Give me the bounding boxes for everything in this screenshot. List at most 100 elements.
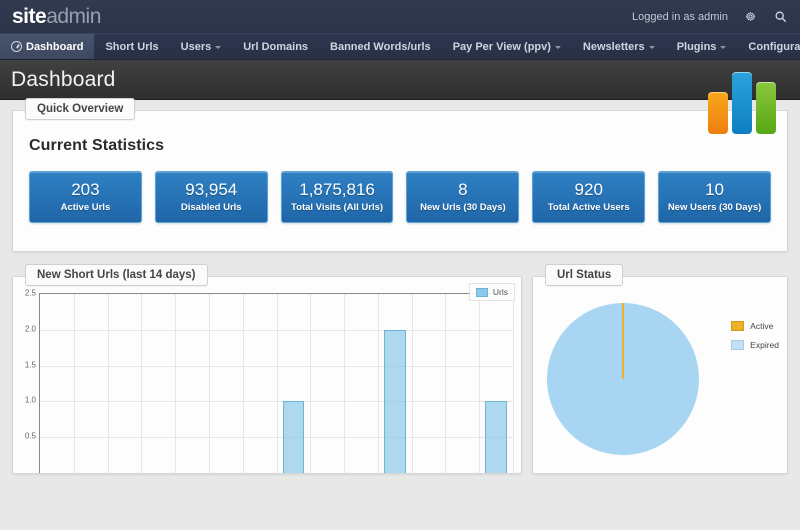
page-title: Dashboard	[0, 68, 116, 92]
logged-in-label: Logged in as admin	[632, 11, 728, 23]
logo-bar-green	[756, 82, 776, 134]
stat-card-active-urls[interactable]: 203 Active Urls	[29, 171, 142, 223]
legend-item-expired[interactable]: Expired	[731, 340, 779, 350]
gridline-vertical	[310, 294, 311, 473]
nav-item-dashboard[interactable]: Dashboard	[0, 34, 94, 59]
nav-item-plugins[interactable]: Plugins	[666, 34, 738, 59]
new-short-urls-panel: New Short Urls (last 14 days) Urls 0.51.…	[12, 276, 522, 474]
statistics-row: 203 Active Urls 93,954 Disabled Urls 1,8…	[29, 171, 771, 223]
chevron-down-icon	[649, 46, 655, 49]
nav-label: Newsletters	[583, 41, 645, 53]
nav-label: Users	[181, 41, 212, 53]
content-area: Quick Overview Current Statistics 203 Ac…	[0, 100, 800, 474]
pie-slice-active	[622, 303, 624, 379]
gridline-vertical	[513, 294, 514, 473]
stat-card-disabled-urls[interactable]: 93,954 Disabled Urls	[155, 171, 268, 223]
nav-item-banned-words-urls[interactable]: Banned Words/urls	[319, 34, 442, 59]
legend-swatch-active	[731, 321, 744, 331]
url-status-panel: Url Status Active Expired	[532, 276, 788, 474]
stat-card-new-users[interactable]: 10 New Users (30 Days)	[658, 171, 771, 223]
stat-value: 920	[537, 180, 640, 200]
y-axis-tick-label: 1.0	[25, 396, 36, 405]
stat-card-total-active-users[interactable]: 920 Total Active Users	[532, 171, 645, 223]
pie-chart: Active Expired	[533, 277, 787, 473]
nav-item-url-domains[interactable]: Url Domains	[232, 34, 319, 59]
nav-label: Configuration	[748, 41, 800, 53]
gridline-vertical	[378, 294, 379, 473]
legend-swatch-expired	[731, 340, 744, 350]
quick-overview-panel: Quick Overview Current Statistics 203 Ac…	[12, 110, 788, 252]
gridline-vertical	[175, 294, 176, 473]
stat-label: Total Visits (All Urls)	[286, 202, 389, 213]
bar-chart-plot-area	[39, 293, 513, 473]
nav-label: Banned Words/urls	[330, 41, 431, 53]
stat-label: Disabled Urls	[160, 202, 263, 213]
gridline-vertical	[74, 294, 75, 473]
brand-part-1: site	[12, 5, 46, 28]
gridline-vertical	[344, 294, 345, 473]
stat-card-total-visits[interactable]: 1,875,816 Total Visits (All Urls)	[281, 171, 394, 223]
stat-label: New Urls (30 Days)	[411, 202, 514, 213]
nav-right-group: Plugins Configuration Logout	[666, 34, 800, 59]
logo-bar-blue	[732, 72, 752, 134]
gridline-vertical	[243, 294, 244, 473]
y-axis-tick-label: 2.0	[25, 324, 36, 333]
nav-item-newsletters[interactable]: Newsletters	[572, 34, 666, 59]
stat-value: 93,954	[160, 180, 263, 200]
gridline-vertical	[277, 294, 278, 473]
chevron-down-icon	[555, 46, 561, 49]
nav-item-configuration[interactable]: Configuration	[737, 34, 800, 59]
search-icon[interactable]	[772, 9, 788, 25]
pie-chart-circle	[547, 303, 699, 455]
logo-bar-orange	[708, 92, 728, 134]
legend-swatch-urls	[476, 288, 488, 297]
top-bar-right: Logged in as admin	[632, 9, 800, 25]
stat-value: 10	[663, 180, 766, 200]
stat-label: Total Active Users	[537, 202, 640, 213]
gridline-vertical	[412, 294, 413, 473]
chevron-down-icon	[215, 46, 221, 49]
dashboard-icon	[11, 41, 22, 52]
bar-chart: Urls 0.5 1.0 1.5 2.0 2.5	[13, 277, 521, 473]
stat-value: 8	[411, 180, 514, 200]
gridline-vertical	[141, 294, 142, 473]
brand-logo[interactable]: siteadmin	[0, 6, 101, 27]
bar-chart-legend: Urls	[469, 283, 515, 301]
bar-chart-bar[interactable]	[485, 401, 507, 473]
chevron-down-icon	[720, 46, 726, 49]
pie-chart-legend: Active Expired	[731, 321, 779, 350]
y-axis-tick-label: 0.5	[25, 432, 36, 441]
nav-label: Plugins	[677, 41, 717, 53]
bar-chart-bar[interactable]	[384, 330, 406, 473]
stat-label: Active Urls	[34, 202, 137, 213]
page-title-bar: Dashboard	[0, 60, 800, 100]
current-statistics-heading: Current Statistics	[29, 137, 771, 155]
gridline-vertical	[479, 294, 480, 473]
nav-item-users[interactable]: Users	[170, 34, 233, 59]
top-bar: siteadmin Logged in as admin	[0, 0, 800, 33]
bar-chart-bar[interactable]	[283, 401, 305, 473]
y-axis-tick-label: 1.5	[25, 360, 36, 369]
nav-item-short-urls[interactable]: Short Urls	[94, 34, 169, 59]
y-axis-tick-label: 2.5	[25, 289, 36, 298]
stat-label: New Users (30 Days)	[663, 202, 766, 213]
quick-overview-tab[interactable]: Quick Overview	[25, 98, 135, 120]
gridline-vertical	[445, 294, 446, 473]
main-navigation: Dashboard Short Urls Users Url Domains B…	[0, 33, 800, 60]
legend-label-urls: Urls	[493, 287, 508, 297]
stat-value: 203	[34, 180, 137, 200]
charts-row: New Short Urls (last 14 days) Urls 0.51.…	[12, 276, 788, 474]
nav-label: Short Urls	[105, 41, 158, 53]
nav-item-pay-per-view[interactable]: Pay Per View (ppv)	[442, 34, 572, 59]
gear-icon[interactable]	[742, 9, 758, 25]
stat-card-new-urls[interactable]: 8 New Urls (30 Days)	[406, 171, 519, 223]
stat-value: 1,875,816	[286, 180, 389, 200]
legend-label-active: Active	[750, 321, 773, 331]
nav-label: Dashboard	[26, 41, 83, 53]
nav-label: Url Domains	[243, 41, 308, 53]
legend-label-expired: Expired	[750, 340, 779, 350]
brand-part-2: admin	[46, 5, 101, 28]
gridline-vertical	[108, 294, 109, 473]
legend-item-active[interactable]: Active	[731, 321, 779, 331]
nav-label: Pay Per View (ppv)	[453, 41, 551, 53]
